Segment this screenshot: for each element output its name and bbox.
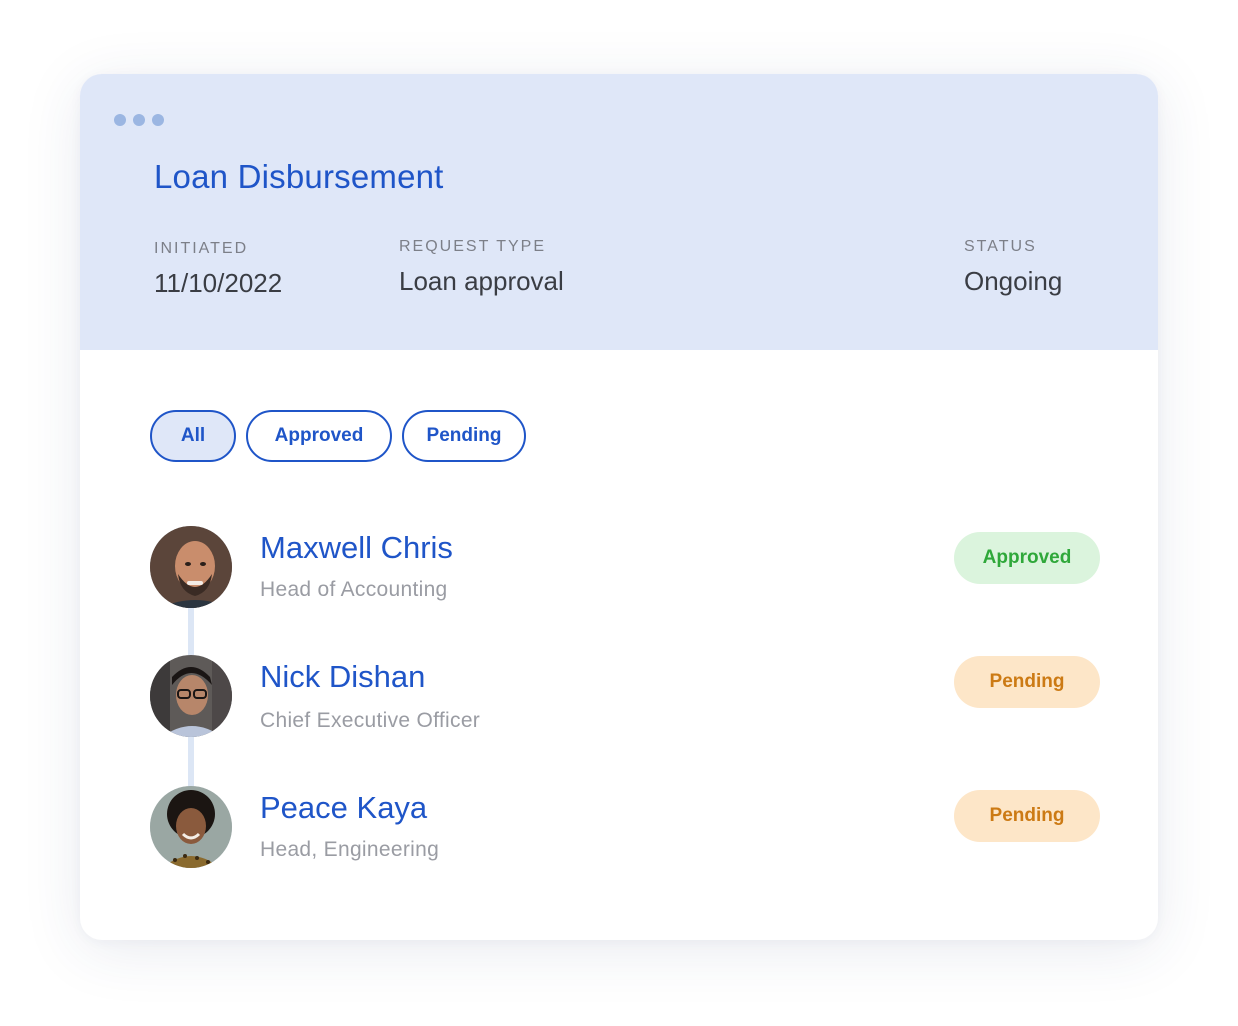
approver-role: Head, Engineering	[260, 838, 440, 861]
initiated-label: INITIATED	[154, 240, 249, 257]
status-value: Ongoing	[964, 266, 1063, 296]
dot	[133, 114, 145, 126]
avatar-nick	[150, 655, 232, 737]
initiated-value: 11/10/2022	[154, 268, 283, 298]
request-type-value: Loan approval	[399, 266, 564, 296]
avatar-peace	[150, 786, 232, 868]
request-type-label: REQUEST TYPE	[399, 238, 546, 255]
filter-pending-button[interactable]: Pending	[402, 410, 526, 462]
approver-name: Peace Kaya	[260, 790, 428, 825]
filter-all-button[interactable]: All	[150, 410, 236, 462]
approver-row[interactable]: Maxwell Chris Head of Accounting Approve…	[150, 526, 1110, 610]
filter-tabs: All Approved Pending	[150, 410, 526, 462]
approver-role: Head of Accounting	[260, 578, 448, 601]
initiated-field: INITIATED 11/10/2022	[154, 240, 282, 299]
status-label: STATUS	[964, 238, 1037, 255]
status-badge: Approved	[954, 532, 1100, 584]
approver-name: Maxwell Chris	[260, 530, 453, 565]
approver-row[interactable]: Peace Kaya Head, Engineering Pending	[150, 786, 1110, 870]
status-field: STATUS Ongoing	[964, 238, 1062, 297]
avatar	[150, 655, 232, 737]
approver-role: Chief Executive Officer	[260, 709, 481, 732]
status-badge: Pending	[954, 790, 1100, 842]
dot	[114, 114, 126, 126]
approver-row[interactable]: Nick Dishan Chief Executive Officer Pend…	[150, 655, 1110, 739]
avatar-maxwell	[150, 526, 232, 608]
avatar	[150, 786, 232, 868]
status-badge: Pending	[954, 656, 1100, 708]
more-options-icon[interactable]	[114, 114, 164, 126]
request-type-field: REQUEST TYPE Loan approval	[399, 238, 564, 297]
avatar	[150, 526, 232, 608]
page-title: Loan Disbursement	[154, 158, 444, 195]
dot	[152, 114, 164, 126]
request-header: Loan Disbursement INITIATED 11/10/2022 R…	[80, 74, 1158, 350]
filter-approved-button[interactable]: Approved	[246, 410, 392, 462]
approver-name: Nick Dishan	[260, 659, 426, 694]
